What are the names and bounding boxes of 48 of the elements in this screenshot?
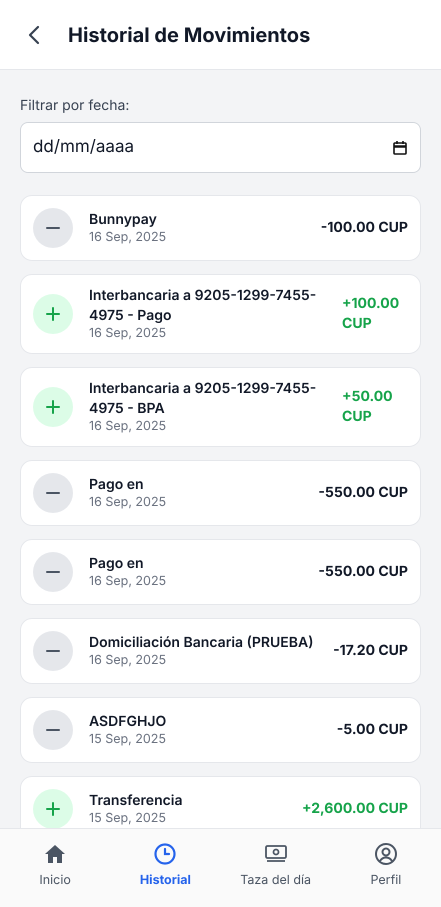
- calendar-icon: [392, 140, 408, 156]
- transaction-card[interactable]: Domiciliación Bancaria (PRUEBA) 16 Sep, 2025 -17.20 CUP: [20, 618, 421, 684]
- transaction-amount: -17.20 CUP: [333, 641, 408, 661]
- transaction-title: Bunnypay: [89, 210, 158, 230]
- nav-tab[interactable]: Inicio: [0, 829, 110, 903]
- nav-tab[interactable]: Historial: [110, 829, 220, 903]
- transaction-date: 16 Sep, 2025: [89, 230, 168, 246]
- transaction-amount: -550.00 CUP: [318, 483, 408, 503]
- nav-label: Perfil: [370, 872, 402, 890]
- transaction-card[interactable]: Transferencia 15 Sep, 2025 +2,600.00 CUP: [20, 776, 421, 828]
- transaction-card[interactable]: Interbancaria a 9205-1299-7455-4975 - BPA 16 Sep, 2025 +50.00 CUP: [20, 367, 421, 447]
- transaction-date: 16 Sep, 2025: [89, 495, 168, 511]
- transaction-date: 15 Sep, 2025: [89, 732, 168, 748]
- transaction-card[interactable]: ASDFGHJO 15 Sep, 2025 -5.00 CUP: [20, 697, 421, 763]
- transaction-amount: -550.00 CUP: [318, 562, 408, 582]
- transaction-date: 16 Sep, 2025: [89, 326, 168, 342]
- page-title: Historial de Movimientos: [68, 22, 310, 48]
- transaction-title: Pago en: [89, 554, 145, 574]
- filter-label: Filtrar por fecha:: [20, 96, 130, 116]
- transaction-amount: +100.00 CUP: [342, 294, 400, 334]
- date-placeholder: dd/mm/aaaa: [33, 136, 134, 159]
- transaction-amount: +50.00 CUP: [342, 387, 394, 427]
- user-icon: [374, 842, 398, 866]
- nav-label: Inicio: [39, 872, 71, 890]
- transaction-date: 16 Sep, 2025: [89, 653, 168, 669]
- back-icon: [27, 24, 41, 44]
- transaction-date: 15 Sep, 2025: [89, 811, 168, 827]
- transaction-card[interactable]: Pago en 16 Sep, 2025 -550.00 CUP: [20, 460, 421, 526]
- transaction-title: Pago en: [89, 475, 145, 495]
- transaction-amount: -100.00 CUP: [320, 218, 408, 238]
- transaction-title: Interbancaria a 9205-1299-7455-4975 - Pago: [89, 286, 318, 326]
- transaction-date: 16 Sep, 2025: [89, 419, 168, 435]
- transaction-card[interactable]: Bunnypay 16 Sep, 2025 -100.00 CUP: [20, 195, 421, 261]
- transaction-title: Domiciliación Bancaria (PRUEBA): [89, 633, 314, 653]
- transaction-card[interactable]: Pago en 16 Sep, 2025 -550.00 CUP: [20, 539, 421, 605]
- transaction-title: Interbancaria a 9205-1299-7455-4975 - BPA: [89, 379, 318, 419]
- transaction-title: Transferencia: [89, 791, 184, 811]
- transaction-title: ASDFGHJO: [89, 712, 168, 732]
- nav-label: Taza del día: [240, 872, 312, 890]
- nav-label: Historial: [140, 872, 191, 890]
- date-field[interactable]: dd/mm/aaaa: [20, 122, 421, 173]
- transaction-date: 16 Sep, 2025: [89, 574, 168, 590]
- nav-tab[interactable]: Taza del día: [220, 829, 331, 903]
- transaction-amount: -5.00 CUP: [336, 720, 408, 740]
- transaction-card[interactable]: Interbancaria a 9205-1299-7455-4975 - Pago 16 Sep, 2025 +100.00 CUP: [20, 274, 421, 354]
- transaction-amount: +2,600.00 CUP: [302, 799, 408, 819]
- clock-icon: [153, 842, 178, 866]
- nav-tab[interactable]: Perfil: [330, 829, 441, 903]
